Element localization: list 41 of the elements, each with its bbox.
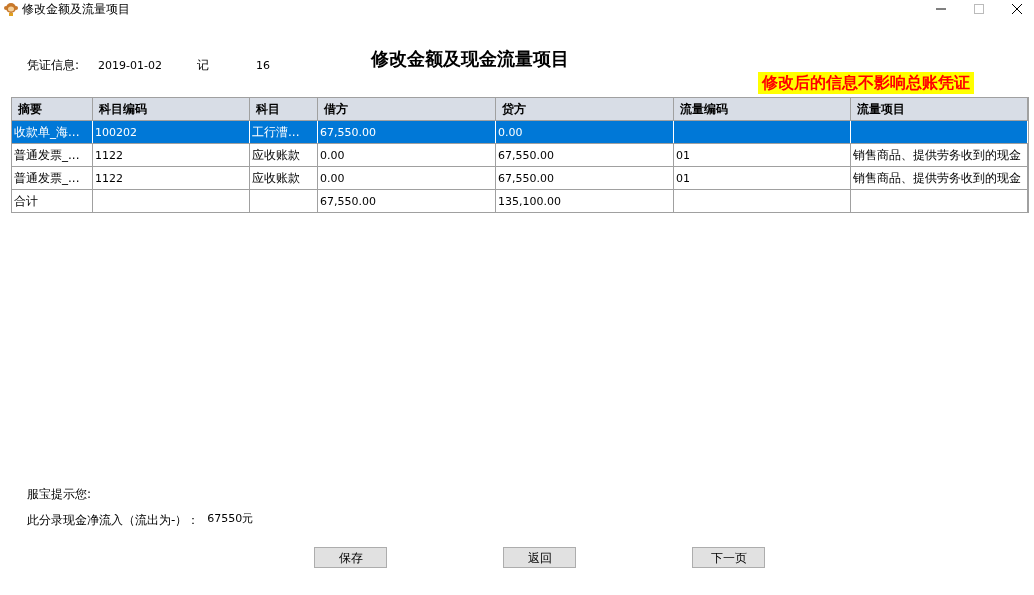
voucher-date: 2019-01-02 xyxy=(98,57,163,74)
table-row[interactable]: 普通发票_... 1122 应收账款 0.00 67,550.00 01 销售商品、提供劳务收到的现金 xyxy=(12,166,1028,189)
table-cell: 100202 xyxy=(95,126,137,139)
action-button[interactable]: 返回 xyxy=(503,547,576,568)
action-button[interactable]: 保存 xyxy=(314,547,387,568)
table-cell: 0.00 xyxy=(498,126,523,139)
table-cell: 1122 xyxy=(95,149,123,162)
table-cell: 01 xyxy=(676,172,690,185)
table-cell: 67,550.00 xyxy=(320,126,376,139)
table-cell: 普通发票_... xyxy=(14,171,80,185)
table-cell: 收款单_海... xyxy=(14,125,80,139)
voucher-label: 凭证信息: xyxy=(27,57,81,74)
page-heading: 修改金额及现金流量项目 xyxy=(371,47,569,71)
monkey-icon xyxy=(4,2,18,16)
table-cell: 销售商品、提供劳务收到的现金 xyxy=(853,171,1021,185)
voucher-number: 16 xyxy=(256,57,271,74)
table-cell: 普通发票_... xyxy=(14,148,80,162)
notice-text: 修改后的信息不影响总账凭证 xyxy=(758,72,974,94)
table-row[interactable]: 合计 67,550.00 135,100.00 xyxy=(12,189,1028,212)
table-cell: 67,550.00 xyxy=(498,149,554,162)
window-title: 修改金额及流量项目 xyxy=(22,1,130,18)
table-cell: 销售商品、提供劳务收到的现金 xyxy=(853,148,1021,162)
table-cell: 1122 xyxy=(95,172,123,185)
table-row[interactable]: 收款单_海... 100202 工行漕... 67,550.00 0.00 xyxy=(12,120,1028,143)
table-cell: 01 xyxy=(676,149,690,162)
table-cell: 0.00 xyxy=(320,149,345,162)
table-cell: 67,550.00 xyxy=(498,172,554,185)
table-cell: 135,100.00 xyxy=(498,195,561,208)
voucher-type: 记 xyxy=(197,57,210,74)
table-cell: 0.00 xyxy=(320,172,345,185)
table-cell: 工行漕... xyxy=(252,125,300,139)
table-cell: 应收账款 xyxy=(252,171,300,185)
close-icon[interactable] xyxy=(1012,4,1022,14)
table-cell: 应收账款 xyxy=(252,148,300,162)
tip-title: 服宝提示您: xyxy=(27,486,93,503)
table-row[interactable]: 普通发票_... 1122 应收账款 0.00 67,550.00 01 销售商品、提供劳务收到的现金 xyxy=(12,143,1028,166)
net-inflow-value: 67550元 xyxy=(207,511,254,527)
action-button[interactable]: 下一页 xyxy=(692,547,765,568)
table-cell: 67,550.00 xyxy=(320,195,376,208)
net-inflow-label: 此分录现金净流入（流出为-）： xyxy=(27,512,200,529)
table-cell: 合计 xyxy=(14,194,38,208)
